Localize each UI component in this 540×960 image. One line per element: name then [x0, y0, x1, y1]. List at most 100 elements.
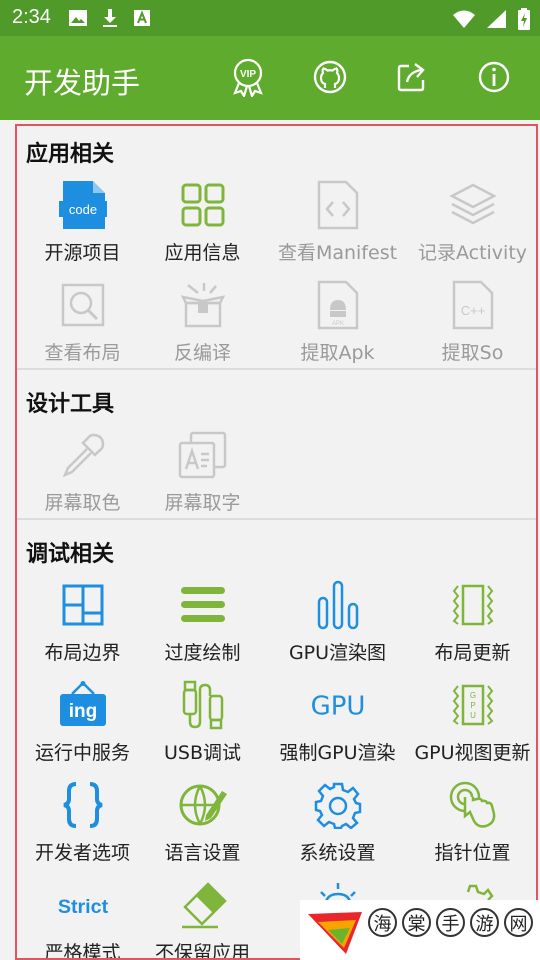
image-icon — [68, 8, 88, 32]
tile-label: 指针位置 — [434, 842, 511, 864]
tile-dont-keep-activities[interactable]: 不保留应用 — [135, 879, 270, 958]
section-title-app: 应用相关 — [26, 142, 115, 167]
svg-text:GPU: GPU — [312, 692, 364, 722]
tile-overdraw[interactable]: 过度绘制 — [135, 579, 270, 679]
layers-icon — [447, 179, 499, 231]
battery-icon — [518, 8, 530, 34]
tile-view-manifest[interactable]: 查看Manifest — [270, 179, 405, 279]
vip-icon: VIP — [228, 57, 268, 101]
svg-text:APK: APK — [331, 321, 343, 327]
svg-text:G: G — [469, 691, 475, 700]
overdraw-icon — [177, 579, 229, 631]
layout-search-icon — [57, 279, 109, 331]
svg-text:U: U — [470, 711, 476, 720]
github-button[interactable] — [306, 57, 354, 101]
tile-extract-apk[interactable]: APK 提取Apk — [270, 279, 405, 379]
font-icon — [132, 8, 152, 32]
watermark-char: 海 — [368, 908, 397, 937]
notification-icons — [68, 8, 152, 32]
tile-label: 记录Activity — [417, 242, 528, 264]
svg-text:VIP: VIP — [240, 69, 256, 80]
tile-language-settings[interactable]: 语言设置 — [135, 779, 270, 879]
tile-label: 布局更新 — [434, 642, 511, 664]
touch-pointer-icon — [447, 779, 499, 831]
section-title-debug: 调试相关 — [26, 542, 115, 567]
gear-icon — [312, 779, 364, 831]
tile-label: 强制GPU渲染 — [279, 742, 396, 764]
tile-system-settings[interactable]: 系统设置 — [270, 779, 405, 879]
tools-panel: 应用相关 code 开源项目 应用信息 查看Manifest 记录Activit… — [15, 124, 538, 960]
tile-gpu-view-update[interactable]: GPU GPU视图更新 — [405, 679, 536, 779]
tile-extract-so[interactable]: C++ 提取So — [405, 279, 536, 379]
share-icon — [395, 60, 429, 98]
app-actions: VIP — [224, 57, 518, 101]
svg-text:Strict: Strict — [57, 896, 108, 918]
tile-label: 应用信息 — [164, 242, 241, 264]
app-title: 开发助手 — [24, 66, 141, 100]
info-button[interactable] — [470, 57, 518, 101]
gpu-update-icon: GPU — [447, 679, 499, 731]
download-icon — [100, 8, 120, 32]
tile-record-activity[interactable]: 记录Activity — [405, 179, 536, 279]
manifest-file-icon — [312, 179, 364, 231]
section-title-design: 设计工具 — [26, 392, 115, 417]
tile-label: GPU渲染图 — [288, 642, 387, 664]
signal-icon — [486, 9, 508, 33]
app-grid-icon — [177, 179, 229, 231]
tile-text-capture[interactable]: 屏幕取字 — [135, 429, 270, 529]
tile-app-info[interactable]: 应用信息 — [135, 179, 270, 279]
tile-layout-update[interactable]: 布局更新 — [405, 579, 536, 679]
tile-label: 系统设置 — [299, 842, 376, 864]
tile-label: 屏幕取字 — [164, 492, 241, 514]
apk-file-icon: APK — [312, 279, 364, 331]
system-icons — [452, 8, 530, 34]
vip-button[interactable]: VIP — [224, 57, 272, 101]
status-time: 2:34 — [12, 6, 51, 28]
tile-label: USB调试 — [163, 742, 241, 764]
usb-cable-icon — [177, 679, 229, 731]
layout-bounds-icon — [57, 579, 109, 631]
tile-force-gpu[interactable]: GPU 强制GPU渲染 — [270, 679, 405, 779]
tile-label: GPU视图更新 — [414, 742, 531, 764]
cpp-file-icon: C++ — [447, 279, 499, 331]
wifi-icon — [452, 9, 476, 33]
watermark-char: 网 — [504, 908, 533, 937]
share-button[interactable] — [388, 57, 436, 101]
tile-label: 过度绘制 — [164, 642, 241, 664]
tile-label: 语言设置 — [164, 842, 241, 864]
svg-text:P: P — [470, 701, 475, 710]
tile-pointer-location[interactable]: 指针位置 — [405, 779, 536, 879]
section-divider — [17, 518, 536, 520]
svg-text:C++: C++ — [460, 303, 485, 318]
watermark-char: 棠 — [402, 908, 431, 937]
tile-gpu-render-chart[interactable]: GPU渲染图 — [270, 579, 405, 679]
github-icon — [312, 59, 348, 99]
tile-decompile[interactable]: 反编译 — [135, 279, 270, 379]
braces-icon — [57, 779, 109, 831]
svg-text:ing: ing — [68, 701, 97, 722]
layout-update-icon — [447, 579, 499, 631]
eraser-icon — [177, 879, 229, 931]
tile-label: 反编译 — [173, 342, 231, 364]
tile-usb-debug[interactable]: USB调试 — [135, 679, 270, 779]
tile-label: 查看Manifest — [277, 242, 398, 264]
info-icon — [477, 60, 511, 98]
eyedropper-icon — [57, 429, 109, 481]
watermark-logo — [306, 908, 364, 960]
globe-pen-icon — [177, 779, 229, 831]
ing-sign-icon: ing — [57, 679, 109, 731]
open-box-icon — [177, 279, 229, 331]
watermark-char: 手 — [436, 908, 465, 937]
tile-label: 提取So — [441, 342, 504, 364]
tile-label: 不保留应用 — [154, 942, 250, 960]
text-capture-icon — [177, 429, 229, 481]
strict-text-icon: Strict — [57, 879, 109, 931]
tile-label: 提取Apk — [300, 342, 375, 364]
bar-chart-icon — [312, 579, 364, 631]
svg-text:code: code — [68, 202, 96, 217]
app-bar: 开发助手 VIP — [0, 36, 540, 120]
watermark-text: 海 棠 手 游 网 — [368, 908, 533, 937]
watermark-char: 游 — [470, 908, 499, 937]
status-bar: 2:34 — [0, 0, 540, 36]
section-divider — [17, 368, 536, 370]
